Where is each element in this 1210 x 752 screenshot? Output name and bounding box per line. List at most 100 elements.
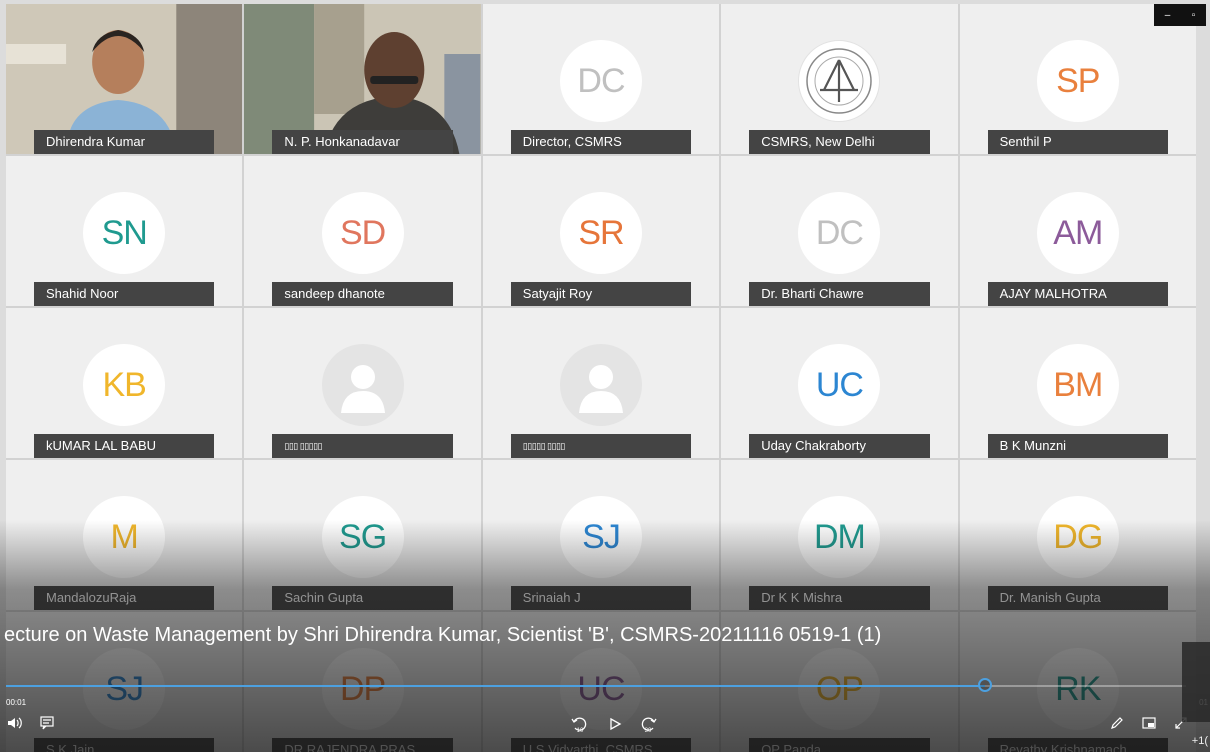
meeting-recording-player: Dhirendra Kumar N. P. Honkanadavar DC Direc… — [0, 0, 1210, 752]
participant-name-label: ▯▯▯ ▯▯▯▯▯ — [272, 434, 453, 458]
restore-button[interactable]: ▫ — [1192, 10, 1196, 21]
initials-text: RK — [1055, 669, 1101, 708]
initials-text: SD — [339, 213, 386, 252]
edit-pen-icon[interactable] — [1108, 714, 1126, 732]
participant-name-label: Senthil P — [987, 130, 1168, 154]
organization-logo-icon — [798, 40, 881, 122]
participant-name-label: U S Vidyarthi, CSMRS — [510, 738, 692, 752]
participant-tile: DM Dr K K Mishra — [721, 460, 958, 610]
participant-tile: DG Dr. Manish Gupta — [959, 460, 1196, 610]
participant-tile: SD sandeep dhanote — [244, 156, 481, 306]
participant-name-label: Dr K K Mishra — [749, 586, 930, 610]
initials-text: AM — [1053, 213, 1103, 252]
participant-name-label: S K Jain — [34, 738, 215, 752]
overflow-participant-count: +1( — [1191, 735, 1208, 747]
participant-initials-avatar: BM — [1036, 344, 1119, 426]
progress-bar[interactable] — [6, 678, 1186, 692]
participant-name-label: sandeep dhanote — [272, 282, 453, 306]
initials-text: SG — [339, 517, 387, 556]
participant-name-label: Revathy Krishnamach — [987, 738, 1168, 752]
default-avatar-icon — [559, 344, 642, 426]
forward-30-button[interactable]: 30 — [638, 714, 658, 734]
participant-tile: SJ Srinaiah J — [482, 460, 720, 610]
participant-initials-avatar: SN — [83, 192, 166, 274]
initials-text: SJ — [582, 517, 621, 556]
initials-text: DP — [339, 669, 386, 708]
participant-tile: SR Satyajit Roy — [482, 156, 720, 306]
captions-icon[interactable] — [38, 714, 56, 732]
participant-tile: SG Sachin Gupta — [244, 460, 481, 610]
initials-text: DC — [815, 213, 864, 252]
initials-text: SR — [578, 213, 624, 252]
participant-initials-avatar: DC — [559, 40, 642, 122]
participant-tile: KB kUMAR LAL BABU — [6, 308, 243, 458]
initials-text: UC — [577, 669, 625, 708]
participant-name-label: ▯▯▯▯▯ ▯▯▯▯ — [510, 434, 692, 458]
rewind-label: 10 — [577, 728, 584, 734]
initials-text: OP — [815, 669, 864, 708]
participant-initials-avatar: SJ — [559, 496, 642, 578]
participant-name-label: N. P. Honkanadavar — [272, 130, 453, 154]
participant-name-label: Shahid Noor — [34, 282, 215, 306]
participant-initials-avatar: RK — [1036, 648, 1119, 730]
participant-initials-avatar: SG — [321, 496, 404, 578]
participant-initials-avatar: DG — [1036, 496, 1119, 578]
participant-initials-avatar: KB — [83, 344, 166, 426]
participant-name-label: Dr. Manish Gupta — [987, 586, 1168, 610]
participant-name-label: CSMRS, New Delhi — [749, 130, 930, 154]
default-avatar-icon — [321, 344, 404, 426]
participant-name-label: Director, CSMRS — [510, 130, 692, 154]
participant-name-label: Dhirendra Kumar — [34, 130, 215, 154]
initials-text: M — [110, 517, 139, 556]
window-controls: – ▫ — [1154, 4, 1206, 26]
video-title: ecture on Waste Management by Shri Dhire… — [4, 624, 882, 646]
initials-text: UC — [815, 365, 864, 404]
volume-icon[interactable] — [6, 714, 24, 732]
rewind-10-button[interactable]: 10 — [570, 714, 590, 734]
participant-name-label: AJAY MALHOTRA — [987, 282, 1168, 306]
initials-text: DC — [577, 61, 625, 100]
participant-initials-avatar: SP — [1036, 40, 1119, 122]
participant-name-label: Satyajit Roy — [510, 282, 692, 306]
participant-initials-avatar: DP — [321, 648, 404, 730]
participant-tile: Dhirendra Kumar — [6, 4, 243, 154]
participant-name-label: kUMAR LAL BABU — [34, 434, 215, 458]
participant-tile: M MandalozuRaja — [6, 460, 243, 610]
participant-initials-avatar: SJ — [83, 648, 166, 730]
participant-initials-avatar: UC — [798, 344, 881, 426]
initials-text: BM — [1053, 365, 1103, 404]
participant-initials-avatar: AM — [1036, 192, 1119, 274]
forward-label: 30 — [645, 728, 652, 734]
participant-tile: SP Senthil P — [959, 4, 1196, 154]
participant-name-label: Sachin Gupta — [272, 586, 453, 610]
side-panel-handle[interactable] — [1182, 642, 1210, 722]
participant-initials-avatar: SR — [559, 192, 642, 274]
participant-name-label: Uday Chakraborty — [749, 434, 930, 458]
participant-name-label: DR RAJENDRA PRAS — [272, 738, 453, 752]
participant-tile: DC Dr. Bharti Chawre — [721, 156, 958, 306]
participant-tile: AM AJAY MALHOTRA — [959, 156, 1196, 306]
participant-name-label: OP Panda — [749, 738, 930, 752]
participant-name-label: Dr. Bharti Chawre — [749, 282, 930, 306]
participant-initials-avatar: DC — [798, 192, 881, 274]
participant-tile: ▯▯▯▯▯ ▯▯▯▯ — [482, 308, 720, 458]
initials-text: KB — [102, 365, 147, 404]
participant-tile: DC Director, CSMRS — [482, 4, 720, 154]
participant-initials-avatar: M — [83, 496, 166, 578]
participant-tile: ▯▯▯ ▯▯▯▯▯ — [244, 308, 481, 458]
mini-player-icon[interactable] — [1140, 714, 1158, 732]
minimize-button[interactable]: – — [1165, 10, 1171, 21]
participant-name-label: MandalozuRaja — [34, 586, 215, 610]
participant-tile: SN Shahid Noor — [6, 156, 243, 306]
time-elapsed: 00:01 — [6, 698, 27, 707]
progress-fill — [6, 685, 986, 687]
participant-tile: N. P. Honkanadavar — [244, 4, 481, 154]
participant-initials-avatar: OP — [798, 648, 881, 730]
participant-name-label: B K Munzni — [987, 434, 1168, 458]
initials-text: SP — [1056, 61, 1100, 100]
play-button[interactable] — [605, 714, 625, 734]
participant-tile: CSMRS, New Delhi — [721, 4, 958, 154]
initials-text: SN — [101, 213, 148, 252]
participant-tile: RK Revathy Krishnamach — [959, 612, 1196, 752]
participant-initials-avatar: SD — [321, 192, 404, 274]
